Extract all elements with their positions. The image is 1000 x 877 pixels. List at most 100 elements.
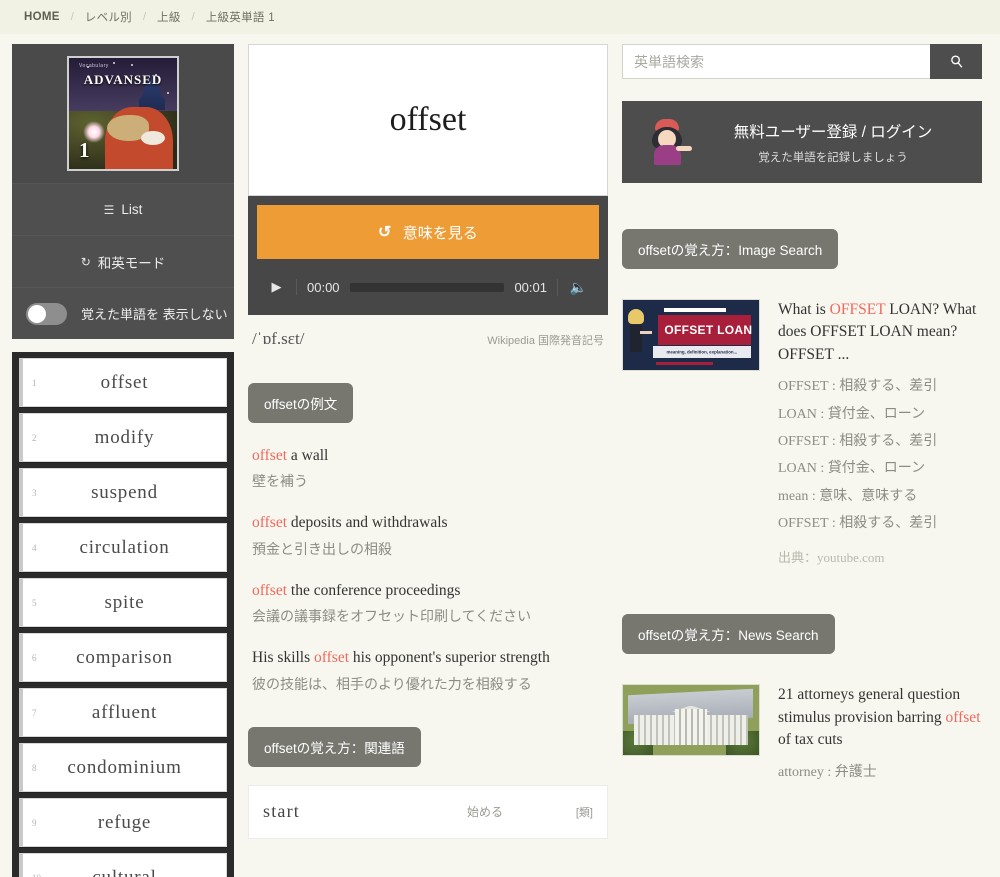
breadcrumb-item-home[interactable]: HOME	[24, 11, 60, 23]
star-icon	[113, 62, 115, 64]
cover-number: 1	[79, 138, 90, 162]
word-index: 2	[32, 432, 37, 443]
example-japanese: 彼の技能は、相手のより優れた力を相殺する	[252, 677, 532, 693]
thumb-person-body	[630, 325, 642, 352]
search-icon	[950, 55, 962, 68]
register-banner-title: 無料ユーザー登録 / ログイン	[733, 123, 933, 141]
word-label: spite	[104, 591, 145, 613]
search-input[interactable]	[622, 44, 930, 79]
related-words-table: start 始める [類]	[248, 784, 608, 839]
search-button[interactable]	[930, 44, 982, 79]
register-login-banner[interactable]: 無料ユーザー登録 / ログイン 覚えた単語を記録しましょう	[622, 101, 982, 183]
news-search-thumbnail[interactable]	[622, 684, 760, 757]
search-bar	[622, 44, 982, 79]
star-icon	[167, 92, 169, 94]
breadcrumb-item-level[interactable]: レベル別	[85, 9, 132, 25]
example-post: a wall	[287, 447, 329, 464]
volume-icon[interactable]: 🔈	[557, 278, 599, 296]
news-search-headline[interactable]: 21 attorneys general question stimulus p…	[778, 684, 982, 751]
list-item[interactable]: 9 refuge	[19, 798, 227, 847]
related-words-heading: offsetの覚え方：関連語	[248, 726, 421, 767]
audio-current-time: 00:00	[307, 279, 340, 295]
word-label: refuge	[97, 811, 152, 833]
example-item: His skills offset his opponent's superio…	[252, 647, 608, 695]
example-english: His skills offset his opponent's superio…	[252, 647, 608, 669]
list-item[interactable]: 1 offset	[19, 358, 227, 407]
image-search-headline[interactable]: What is OFFSET LOAN? What does OFFSET LO…	[778, 299, 982, 366]
word-index: 10	[32, 873, 41, 877]
play-icon[interactable]: ▶	[257, 279, 297, 295]
cover-title: ADVANSED	[83, 72, 163, 87]
word-index: 4	[32, 542, 37, 553]
breadcrumb-separator: /	[191, 11, 195, 23]
news-search-result[interactable]: 21 attorneys general question stimulus p…	[622, 684, 982, 786]
flashcard-face[interactable]: offset	[248, 44, 608, 196]
thumb-caption-bar: meaning, definition, explanation...	[652, 346, 751, 359]
dog-collar	[141, 131, 165, 145]
headline-highlight: OFFSET	[829, 301, 886, 318]
hide-learned-toggle[interactable]	[26, 302, 67, 325]
breadcrumb-separator: /	[142, 11, 147, 23]
audio-progress-track[interactable]	[349, 282, 505, 292]
example-post: the conference proceedings	[287, 581, 461, 599]
image-search-thumbnail[interactable]: OFFSET LOAN meaning, definition, explana…	[622, 299, 760, 371]
reveal-meaning-button[interactable]: ↻ 意味を見る	[257, 205, 599, 259]
list-item[interactable]: 4 circulation	[19, 523, 227, 572]
related-word-tag: [類]	[575, 806, 593, 819]
audio-player: ▶ 00:00 00:01 🔈	[257, 268, 599, 306]
word-index: 1	[32, 377, 37, 388]
example-highlight: offset	[252, 447, 288, 464]
breadcrumb-separator: /	[70, 11, 74, 23]
image-search-source: 出典：youtube.com	[778, 550, 885, 566]
card-controls: ↻ 意味を見る ▶ 00:00 00:01 🔈	[248, 196, 608, 315]
news-search-glossary: attorney : 弁護士	[778, 759, 982, 786]
ja-en-mode-button[interactable]: ↻ 和英モード	[12, 235, 234, 287]
list-item[interactable]: 5 spite	[19, 578, 227, 627]
list-item[interactable]: 3 suspend	[19, 468, 227, 517]
deck-cover-image[interactable]: Vocabulary ADVANSED 1	[67, 56, 179, 171]
list-button-label: List	[121, 202, 143, 217]
list-button[interactable]: ☰ List	[12, 183, 234, 235]
gloss-item: LOAN : 貸付金、ローン	[778, 406, 926, 422]
word-index: 8	[32, 762, 37, 773]
thumb-person-hair	[628, 309, 644, 325]
thumb-bottom-line	[655, 362, 713, 366]
breadcrumb-item-advanced[interactable]: 上級	[157, 9, 181, 25]
ja-en-mode-label: 和英モード	[97, 255, 166, 271]
example-highlight: offset	[314, 649, 350, 667]
register-banner-subtitle: 覚えた単語を記録しましょう	[758, 151, 908, 164]
hide-learned-row[interactable]: 覚えた単語を 表示しない	[12, 287, 234, 339]
sidebar: Vocabulary ADVANSED 1 ☰ List ↻ 和英モード 覚えた…	[12, 44, 234, 877]
example-japanese: 会議の議事録をオフセット印刷してください	[252, 610, 532, 626]
list-item[interactable]: 2 modify	[19, 413, 227, 462]
word-index: 9	[32, 817, 37, 828]
headline-pre: 21 attorneys general question stimulus p…	[778, 686, 961, 726]
word-label: suspend	[91, 481, 158, 503]
word-list: 1 offset 2 modify 3 suspend 4 circulatio…	[12, 352, 234, 877]
image-search-block: offsetの覚え方：Image Search OFFSET LOAN mean…	[622, 229, 982, 566]
register-banner-texts: 無料ユーザー登録 / ログイン 覚えた単語を記録しましょう	[710, 120, 956, 165]
breadcrumb: HOME / レベル別 / 上級 / 上級英単語 1	[0, 0, 1000, 34]
list-item[interactable]: 7 affluent	[19, 688, 227, 737]
list-item[interactable]: 10 cultural	[19, 853, 227, 877]
pronunciation-row: /ˈɒf.sɛt/ Wikipedia 国際発音記号	[248, 315, 608, 349]
thumb-title-bar: OFFSET LOAN	[658, 315, 752, 345]
related-word-meaning: 始める	[467, 805, 504, 820]
thumb-caption-text: meaning, definition, explanation...	[666, 349, 738, 355]
image-search-result[interactable]: OFFSET LOAN meaning, definition, explana…	[622, 299, 982, 566]
example-japanese: 預金と引き出しの相殺	[252, 542, 392, 558]
news-search-block: offsetの覚え方：News Search 21 attorneys gene…	[622, 614, 982, 786]
examples-list: offset a wall 壁を補う offset deposits and w…	[248, 445, 608, 696]
table-row[interactable]: start 始める [類]	[249, 786, 607, 838]
thumb-top-line	[663, 307, 727, 312]
gloss-item: LOAN : 貸付金、ローン	[778, 461, 926, 477]
cover-subtitle: Vocabulary	[79, 63, 109, 69]
list-item[interactable]: 8 condominium	[19, 743, 227, 792]
deck-panel: Vocabulary ADVANSED 1 ☰ List ↻ 和英モード 覚えた…	[12, 44, 234, 339]
thumb-building-pediment	[674, 709, 708, 746]
list-item[interactable]: 6 comparison	[19, 633, 227, 682]
news-search-heading: offsetの覚え方：News Search	[622, 614, 835, 655]
audio-duration: 00:01	[514, 279, 547, 295]
headline-pre: What is	[778, 301, 830, 318]
gloss-item: OFFSET : 相殺する、差引	[778, 515, 938, 531]
